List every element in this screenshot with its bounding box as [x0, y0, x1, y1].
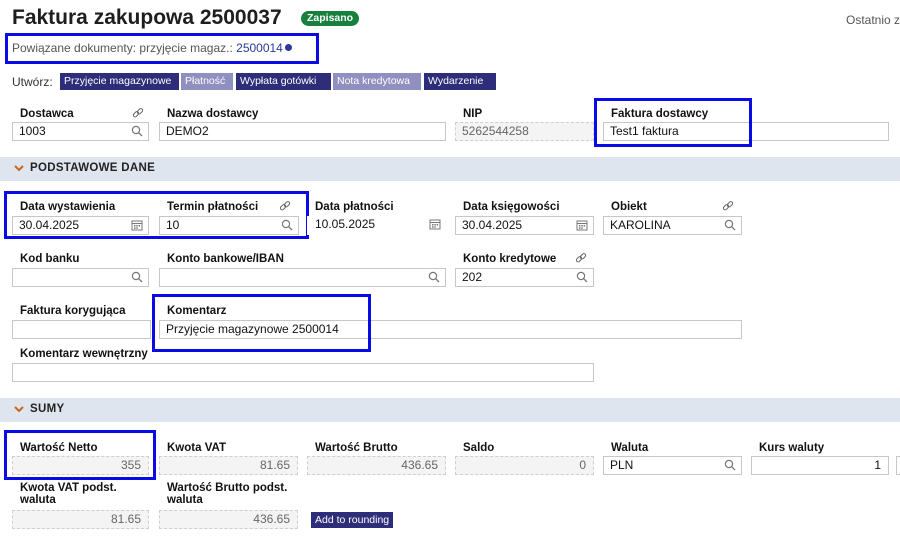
search-icon[interactable] [724, 219, 736, 231]
linked-docs-type: przyjęcie magaz.: [139, 41, 233, 55]
supplier-name-label: Nazwa dostawcy [167, 108, 259, 120]
payment-date-value: 10.05.2025 [315, 217, 376, 231]
object-input[interactable]: KAROLINA [603, 216, 742, 235]
comment-highlight [152, 294, 371, 352]
credit-account-value: 202 [462, 270, 483, 284]
gross-value-field: 436.65 [307, 456, 446, 475]
create-event-button[interactable]: Wydarzenie [424, 73, 496, 90]
page-title: Faktura zakupowa 2500037 [12, 6, 282, 29]
create-cash-withdrawal-button[interactable]: Wypłata gotówki [236, 73, 331, 90]
accounting-date-value: 30.04.2025 [462, 218, 523, 232]
search-icon[interactable] [724, 459, 736, 471]
vat-base-currency-field: 81.65 [12, 510, 149, 529]
accounting-date-input[interactable]: 30.04.2025 [455, 216, 594, 235]
section-sums[interactable]: SUMY [0, 398, 900, 422]
balance-label: Saldo [463, 442, 495, 454]
exchange-rate-label: Kurs waluty [759, 442, 825, 454]
linked-documents: Powiązane dokumenty: przyjęcie magaz.: 2… [12, 41, 292, 55]
net-value-highlight [4, 430, 156, 480]
correcting-invoice-input[interactable] [12, 320, 151, 339]
search-icon[interactable] [131, 125, 143, 137]
section-title: PODSTAWOWE DANE [30, 162, 156, 174]
currency-input[interactable]: PLN [603, 456, 742, 475]
cut-off-field [896, 456, 900, 475]
search-icon[interactable] [131, 271, 143, 283]
correcting-invoice-label: Faktura korygująca [20, 305, 126, 317]
vat-base-currency-label: Kwota VAT podst. waluta [20, 482, 117, 506]
calendar-icon[interactable] [576, 219, 588, 231]
calendar-icon[interactable] [429, 218, 441, 230]
bank-code-label: Kod banku [20, 253, 80, 265]
linked-doc-link[interactable]: 2500014 [236, 41, 283, 55]
last-changed-text: Ostatnio z [846, 13, 900, 27]
dates-highlight [4, 191, 309, 239]
bank-account-label: Konto bankowe/IBAN [167, 253, 284, 265]
add-to-rounding-button[interactable]: Add to rounding [311, 512, 394, 528]
link-icon[interactable] [575, 252, 587, 264]
section-basic-data[interactable]: PODSTAWOWE DANE [0, 157, 900, 181]
supplier-label: Dostawca [20, 108, 74, 120]
verified-icon [284, 44, 292, 51]
create-warehouse-receipt-button[interactable]: Przyjęcie magazynowe [60, 73, 179, 90]
bank-account-input[interactable] [159, 268, 446, 287]
bank-code-input[interactable] [12, 268, 149, 287]
search-icon[interactable] [576, 271, 588, 283]
linked-docs-label: Powiązane dokumenty: [12, 41, 137, 55]
supplier-input[interactable]: 1003 [12, 122, 149, 141]
create-credit-note-button[interactable]: Nota kredytowa [333, 73, 421, 90]
create-label: Utwórz: [12, 75, 53, 89]
create-payment-button[interactable]: Płatność [181, 73, 233, 90]
gross-base-currency-field: 436.65 [159, 510, 298, 529]
payment-date-input[interactable]: 10.05.2025 [307, 216, 446, 235]
gross-base-currency-label: Wartość Brutto podst. waluta [167, 482, 288, 506]
currency-value: PLN [610, 458, 634, 472]
supplier-value: 1003 [19, 124, 46, 138]
search-icon[interactable] [428, 271, 440, 283]
exchange-rate-input[interactable]: 1 [751, 456, 889, 475]
internal-comment-label: Komentarz wewnętrzny [20, 348, 148, 360]
supplier-invoice-highlight [594, 98, 752, 147]
object-label: Obiekt [611, 201, 647, 213]
credit-account-label: Konto kredytowe [463, 253, 557, 265]
link-icon[interactable] [722, 200, 734, 212]
object-value: KAROLINA [610, 218, 671, 232]
vat-amount-label: Kwota VAT [167, 442, 226, 454]
balance-field: 0 [455, 456, 594, 475]
chevron-down-icon [14, 404, 24, 414]
link-icon[interactable] [132, 107, 144, 119]
gross-value-label: Wartość Brutto [315, 442, 398, 454]
accounting-date-label: Data księgowości [463, 201, 560, 213]
status-badge: Zapisano [301, 11, 360, 26]
currency-label: Waluta [611, 442, 649, 454]
supplier-name-input[interactable]: DEMO2 [159, 122, 446, 141]
vat-amount-field: 81.65 [159, 456, 298, 475]
internal-comment-input[interactable] [12, 363, 594, 382]
payment-date-label: Data płatności [315, 201, 394, 213]
chevron-down-icon [14, 163, 24, 173]
nip-label: NIP [463, 108, 483, 120]
credit-account-input[interactable]: 202 [455, 268, 594, 287]
nip-field: 5262544258 [455, 122, 594, 141]
section-title: SUMY [30, 403, 65, 415]
